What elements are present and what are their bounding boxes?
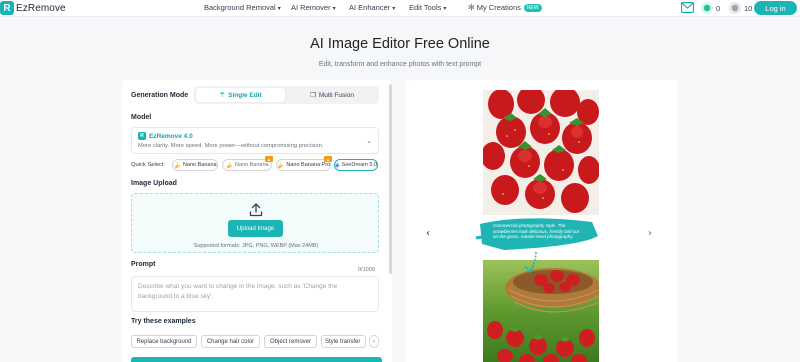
chip-label: Nano Banana [182, 162, 217, 168]
login-button[interactable]: Log in [754, 1, 797, 15]
credit-token-icon [729, 2, 741, 14]
hot-badge-icon: ▲ [265, 156, 273, 162]
banana-icon: 🍌 [225, 162, 233, 169]
quick-select-nano-banana-pro[interactable]: 🍌 Nano Banana Pro ▲ [276, 156, 332, 171]
mail-icon[interactable] [681, 2, 694, 13]
chevron-right-icon[interactable]: › [648, 228, 652, 239]
generate-button[interactable] [131, 357, 382, 362]
banana-icon: 🍌 [276, 162, 285, 169]
mode-multi-fusion[interactable]: ❐ Multi Fusion [287, 88, 377, 102]
top-navbar: R EzRemove Background Removal ▾ AI Remove… [0, 0, 800, 17]
model-select[interactable]: R EzRemove 4.0 More clarity. More speed.… [131, 127, 379, 154]
hot-badge-icon: ▲ [324, 156, 332, 162]
editor-scrollbar[interactable] [389, 84, 392, 274]
credit-count: 0 [716, 3, 721, 13]
credit-coin-icon [701, 2, 713, 14]
quick-select-nano-banana[interactable]: 🍌 Nano Banana [172, 159, 218, 171]
brand-name: EzRemove [16, 2, 66, 14]
prompt-textarea[interactable]: Describe what you want to change in the … [131, 276, 379, 312]
nav-ai-enhancer[interactable]: AI Enhancer ▾ [349, 3, 395, 12]
example-change-hair-color[interactable]: Change hair color [201, 335, 260, 348]
chevron-down-icon: ▾ [332, 6, 336, 12]
chip-label: SeeDream 5.0 [341, 162, 378, 168]
nav-ai-remover[interactable]: AI Remover ▾ [291, 3, 336, 12]
example-object-remover[interactable]: Object remover [264, 335, 317, 348]
example-replace-background[interactable]: Replace background [131, 335, 197, 348]
nav-background-removal[interactable]: Background Removal ▾ [204, 3, 281, 12]
nav-label: AI Remover [291, 3, 331, 12]
chevron-down-icon: ▾ [277, 6, 281, 12]
page-title: AI Image Editor Free Online [310, 36, 490, 52]
model-logo-icon: R [138, 132, 146, 140]
chip-label: Nano Banana [234, 162, 269, 168]
model-name: R EzRemove 4.0 [138, 132, 193, 140]
sparkle-icon: ✻ [468, 3, 475, 12]
brand-logo[interactable]: R EzRemove [0, 1, 66, 15]
chip-label: Nano Banana Pro [286, 162, 331, 168]
chevron-right-icon[interactable]: › [369, 335, 379, 348]
magic-wand-icon: ⚚ [219, 92, 226, 99]
nav-label: My Creations [476, 3, 521, 12]
logo-icon: R [0, 1, 14, 15]
quick-select-seedream[interactable]: ◈ SeeDream 5.0 [334, 159, 378, 171]
strawberries-on-white-image [483, 90, 599, 215]
generation-mode-toggle: ⚚ Single Edit ❐ Multi Fusion [194, 86, 379, 104]
upload-icon [249, 203, 263, 217]
seedream-icon: ◈ [334, 162, 340, 169]
prompt-label: Prompt [131, 261, 156, 268]
page-subtitle: Edit, transform and enhance photos with … [318, 61, 482, 68]
upload-dropzone[interactable]: Upload Image Supported formats: JPG, PNG… [131, 193, 379, 253]
mode-label: Multi Fusion [318, 91, 354, 99]
new-badge: NEW [523, 4, 542, 12]
prompt-caption: Commercial photography style. The strawb… [493, 223, 580, 240]
nav-label: AI Enhancer [349, 3, 391, 12]
nav-label: Edit Tools [409, 3, 442, 12]
banana-icon: 🍌 [173, 162, 181, 169]
chevron-down-icon: ▾ [443, 6, 447, 12]
prompt-character-count: 0/1000 [358, 267, 375, 273]
model-label: Model [131, 114, 152, 121]
nav-label: Background Removal [204, 3, 276, 12]
layers-icon: ❐ [310, 92, 316, 99]
chevron-down-icon: ⌄ [366, 138, 372, 145]
credit-count: 10 [744, 3, 753, 13]
chevron-down-icon: ▾ [392, 6, 396, 12]
model-description: More clarity. More speed. More power—wit… [138, 143, 324, 149]
credit-balance-secondary[interactable]: 10 [729, 2, 752, 14]
example-style-transfer[interactable]: Style transfer [321, 335, 366, 348]
upload-formats-hint: Supported formats: JPG, PNG, WEBP (Max 2… [193, 243, 319, 249]
quick-select-nano-banana-2[interactable]: 🍌 Nano Banana ▲ [222, 156, 273, 171]
image-upload-label: Image Upload [131, 180, 177, 187]
nav-my-creations[interactable]: ✻ My Creations NEW [468, 3, 542, 12]
chevron-left-icon[interactable]: ‹ [426, 228, 430, 239]
upload-image-button[interactable]: Upload Image [228, 220, 283, 237]
generation-mode-label: Generation Mode [131, 92, 189, 99]
credit-balance-primary[interactable]: 0 [701, 2, 720, 14]
nav-edit-tools[interactable]: Edit Tools ▾ [409, 3, 446, 12]
examples-label: Try these examples [131, 318, 196, 325]
mode-label: Single Edit [228, 91, 262, 99]
quick-select-label: Quick Select: [131, 162, 166, 168]
mode-single-edit[interactable]: ⚚ Single Edit [196, 88, 285, 102]
model-name-text: EzRemove 4.0 [149, 132, 193, 140]
